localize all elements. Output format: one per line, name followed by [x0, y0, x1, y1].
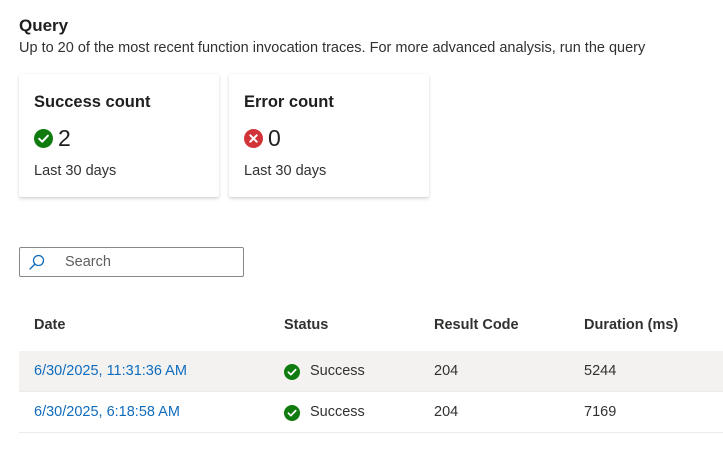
- status-text: Success: [310, 363, 365, 379]
- date-cell: 6/30/2025, 6:18:58 AM: [34, 392, 180, 433]
- check-circle-icon: [284, 404, 300, 421]
- status-cell: Success: [284, 392, 365, 433]
- success-count-value: 2: [58, 125, 71, 151]
- success-count-period: Last 30 days: [34, 163, 117, 179]
- section-description: Up to 20 of the most recent function inv…: [19, 40, 646, 56]
- error-count-value: 0: [268, 125, 281, 151]
- status-text: Success: [310, 404, 365, 420]
- search-box[interactable]: [19, 247, 244, 277]
- search-icon: [28, 254, 45, 271]
- column-header-duration[interactable]: Duration (ms): [584, 300, 678, 351]
- success-count-title: Success count: [34, 93, 151, 111]
- column-header-result-code[interactable]: Result Code: [434, 300, 519, 351]
- date-cell: 6/30/2025, 11:31:36 AM: [34, 351, 187, 392]
- traces-table: Date Status Result Code Duration (ms) 6/…: [19, 300, 723, 433]
- error-circle-icon: [244, 128, 263, 148]
- table-header: Date Status Result Code Duration (ms): [19, 300, 723, 351]
- section-title: Query: [19, 16, 69, 35]
- duration-cell: 5244: [584, 363, 617, 379]
- table-row[interactable]: 6/30/2025, 11:31:36 AM Success 204 5244: [19, 351, 723, 392]
- success-count-metric: 2: [34, 124, 71, 152]
- check-circle-icon: [34, 128, 53, 148]
- search-input[interactable]: [65, 248, 235, 276]
- table-row[interactable]: 6/30/2025, 6:18:58 AM Success 204 7169: [19, 392, 723, 433]
- invocation-date-link[interactable]: 6/30/2025, 6:18:58 AM: [34, 404, 180, 420]
- invocation-date-link[interactable]: 6/30/2025, 11:31:36 AM: [34, 363, 187, 379]
- error-count-metric: 0: [244, 124, 281, 152]
- result-code-cell: 204: [434, 404, 459, 420]
- error-count-title: Error count: [244, 93, 334, 111]
- check-circle-icon: [284, 363, 300, 380]
- error-count-period: Last 30 days: [244, 163, 327, 179]
- duration-cell: 7169: [584, 404, 617, 420]
- column-header-status[interactable]: Status: [284, 300, 328, 351]
- result-code-cell: 204: [434, 363, 459, 379]
- status-cell: Success: [284, 351, 365, 392]
- column-header-date[interactable]: Date: [34, 300, 65, 351]
- success-count-card: Success count 2 Last 30 days: [19, 74, 219, 197]
- error-count-card: Error count 0 Last 30 days: [229, 74, 429, 197]
- invocation-traces-page: Query Up to 20 of the most recent functi…: [0, 0, 723, 454]
